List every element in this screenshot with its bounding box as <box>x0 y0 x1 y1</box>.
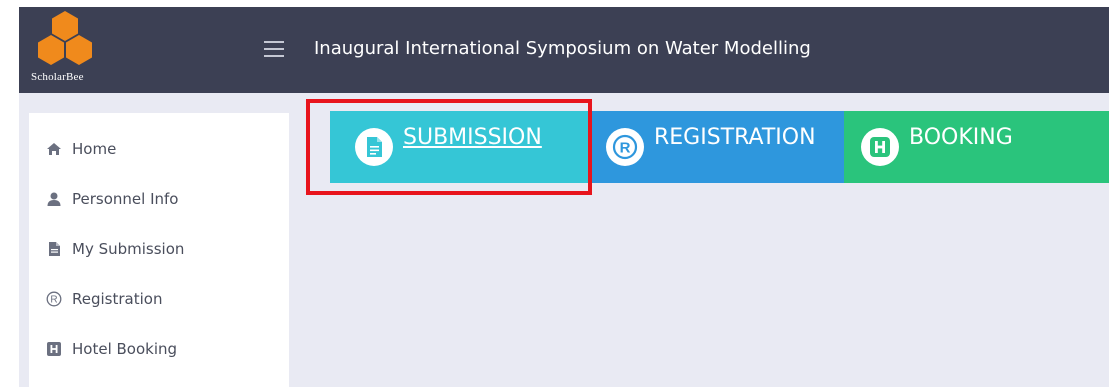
submission-tile[interactable]: SUBMISSION <box>330 111 592 183</box>
registration-label: REGISTRATION <box>654 124 816 150</box>
sidebar-item-registration[interactable]: R Registration <box>46 284 162 314</box>
booking-label: BOOKING <box>909 124 1013 150</box>
sidebar-item-label: Home <box>72 140 117 158</box>
sidebar: Home Personnel Info My Submission R Regi… <box>29 113 289 387</box>
booking-tile[interactable]: BOOKING <box>844 111 1109 183</box>
registered-icon: R <box>606 128 644 166</box>
svg-text:R: R <box>620 140 631 157</box>
svg-text:R: R <box>50 295 57 306</box>
conference-title: Inaugural International Symposium on Wat… <box>314 38 811 59</box>
sidebar-item-label: Registration <box>72 290 163 308</box>
sidebar-item-label: Personnel Info <box>72 190 179 208</box>
top-bar: ScholarBee Inaugural International Sympo… <box>19 7 1109 93</box>
logo-text: ScholarBee <box>31 71 84 83</box>
sidebar-item-home[interactable]: Home <box>46 134 116 164</box>
hotel-icon <box>861 128 899 166</box>
sidebar-item-hotel-booking[interactable]: Hotel Booking <box>46 334 177 364</box>
sidebar-item-label: My Submission <box>72 240 185 258</box>
hotel-icon <box>46 341 62 357</box>
sidebar-item-label: Hotel Booking <box>72 340 178 358</box>
main-content: Home Personnel Info My Submission R Regi… <box>19 93 1109 387</box>
hamburger-icon[interactable] <box>264 41 284 57</box>
registration-tile[interactable]: R REGISTRATION <box>592 111 847 183</box>
user-icon <box>46 191 62 207</box>
document-icon <box>355 128 393 166</box>
sidebar-item-personnel-info[interactable]: Personnel Info <box>46 184 178 214</box>
document-icon <box>46 241 62 257</box>
sidebar-item-my-submission[interactable]: My Submission <box>46 234 184 264</box>
registered-icon: R <box>46 291 62 307</box>
home-icon <box>46 141 62 157</box>
submission-label: SUBMISSION <box>403 124 542 150</box>
